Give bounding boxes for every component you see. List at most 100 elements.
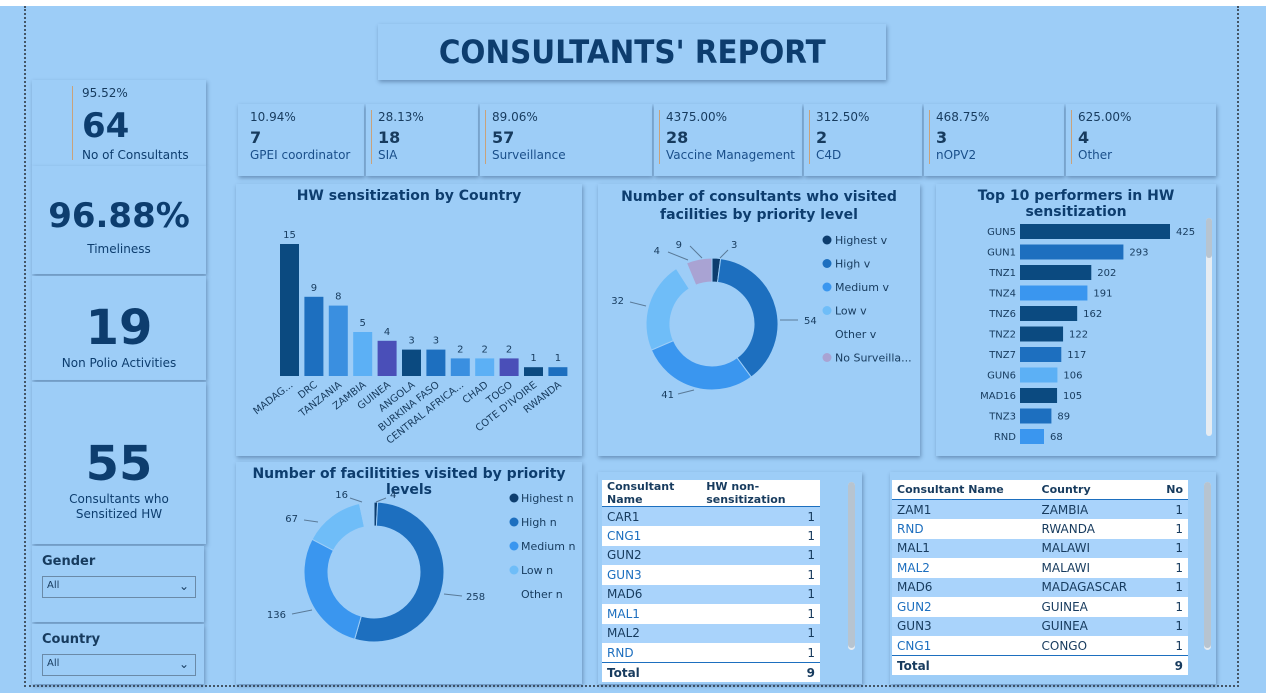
bar-value-label: 89	[1057, 412, 1070, 423]
total-label: Total	[602, 662, 702, 682]
total-value: 9	[1154, 655, 1188, 675]
category-pct: 312.50%	[816, 110, 870, 124]
consultants-visited-chart-card[interactable]: Number of consultants who visited facili…	[598, 184, 920, 456]
cell-consultant: GUN2	[602, 545, 702, 565]
total-spacer	[1036, 655, 1155, 675]
legend-marker	[822, 353, 832, 362]
slice-value-label: 4	[654, 246, 660, 257]
hw-non-sensitization-table-card[interactable]: Consultant Name HW non-sensitization CAR…	[598, 472, 862, 684]
category-pct: 89.06%	[492, 110, 538, 124]
total-label: Total	[892, 655, 1037, 675]
country-slicer[interactable]: Country All ⌄	[32, 624, 204, 684]
timeliness-label: Timeliness	[87, 242, 151, 256]
country-dropdown[interactable]: All ⌄	[42, 654, 196, 676]
donut-slice-medium-n	[303, 538, 362, 640]
column-header-country[interactable]: Country	[1036, 480, 1155, 500]
leader-line	[303, 519, 319, 523]
scrollbar-thumb[interactable]	[848, 482, 855, 648]
timeliness-card[interactable]: 96.88% Timeliness	[32, 166, 206, 274]
hbar-chart-performers[interactable]: GUN5 425 GUN1 293 TNZ1 202 TNZ4 191 TNZ6 162 TNZ2 1…	[936, 208, 1216, 448]
donut-chart-facilities[interactable]: 4 258 136 67 16 Highest n High n Medium n Low n O…	[236, 484, 582, 684]
bar-value-label: 2	[506, 344, 512, 355]
slice-value-label: 16	[335, 490, 348, 501]
facilities-visited-chart-card[interactable]: Number of facilitities visited by priori…	[236, 462, 582, 684]
bar-value-label: 105	[1063, 391, 1082, 402]
legend-label: High n	[521, 516, 557, 529]
bar-rnd	[1020, 429, 1044, 444]
table-row[interactable]: MAD6 1	[602, 584, 820, 604]
table-row[interactable]: GUN3 GUINEA 1	[892, 616, 1188, 636]
legend-label: Low n	[521, 564, 553, 577]
cell-country: CONGO	[1036, 636, 1155, 656]
category-pct: 4375.00%	[666, 110, 728, 124]
table-row[interactable]: RND RWANDA 1	[892, 519, 1188, 539]
bar-tnz3	[1020, 408, 1052, 424]
cell-country: GUINEA	[1036, 597, 1155, 617]
column-header-consultant[interactable]: Consultant Name	[892, 480, 1037, 500]
bar-value-label: 2	[457, 344, 463, 355]
cell-value: 1	[1154, 636, 1188, 656]
scrollbar-thumb[interactable]	[1206, 218, 1212, 258]
gender-slicer[interactable]: Gender All ⌄	[32, 546, 204, 622]
slice-value-label: 9	[676, 240, 682, 251]
column-header-hw-non-sensitization[interactable]: HW non-sensitization	[701, 480, 820, 507]
table-row[interactable]: RND 1	[602, 643, 820, 663]
bar-value-label: 117	[1067, 350, 1086, 361]
card-accent-line	[929, 110, 930, 164]
consultant-country-table-card[interactable]: Consultant Name Country No ZAM1 ZAMBIA 1 R…	[890, 472, 1216, 684]
table-row[interactable]: MAL2 MALAWI 1	[892, 558, 1188, 578]
top-performers-chart-card[interactable]: Top 10 performers in HW sensitization GU…	[936, 184, 1216, 456]
leader-line	[667, 251, 689, 261]
table-row[interactable]: CAR1 1	[602, 506, 820, 526]
bar-rwanda	[548, 367, 568, 376]
category-card-c4d[interactable]: 312.50% 2 C4D	[804, 104, 922, 176]
cell-consultant: MAL1	[892, 538, 1037, 558]
category-card-surveillance[interactable]: 89.06% 57 Surveillance	[480, 104, 652, 176]
table-row[interactable]: MAL2 1	[602, 623, 820, 643]
bar-angola	[402, 349, 421, 376]
scrollbar-thumb[interactable]	[1204, 482, 1211, 648]
table-row[interactable]: MAL1 1	[602, 604, 820, 624]
bar-drc	[304, 296, 324, 376]
category-card-vaccine[interactable]: 4375.00% 28 Vaccine Management	[654, 104, 802, 176]
category-card-gpei[interactable]: 10.94% 7 GPEI coordinator	[238, 104, 364, 176]
category-label: SIA	[378, 148, 398, 162]
category-card-nopv2[interactable]: 468.75% 3 nOPV2	[924, 104, 1064, 176]
y-tick-label: MAD16	[980, 391, 1016, 402]
gender-dropdown[interactable]: All ⌄	[42, 576, 196, 598]
cell-country: GUINEA	[1036, 616, 1155, 636]
bar-value-label: 1	[530, 353, 536, 364]
table-row[interactable]: CNG1 CONGO 1	[892, 636, 1188, 656]
non-polio-card[interactable]: 19 Non Polio Activities	[32, 276, 206, 380]
bar-tnz2	[1020, 326, 1064, 342]
table-row[interactable]: GUN3 1	[602, 565, 820, 585]
cell-value: 1	[701, 623, 820, 643]
cell-consultant: GUN2	[892, 597, 1037, 617]
table-row[interactable]: ZAM1 ZAMBIA 1	[892, 499, 1188, 519]
bar-chart-country[interactable]: 15MADAG...9DRC8TANZANIA5ZAMBIA4GUINEA3AN…	[236, 204, 582, 454]
table-row[interactable]: CNG1 1	[602, 526, 820, 546]
bar-value-label: 2	[482, 344, 488, 355]
slice-value-label: 136	[267, 610, 286, 621]
leader-line	[349, 497, 363, 503]
column-header-consultant[interactable]: Consultant Name	[602, 480, 702, 507]
table-row[interactable]: GUN2 1	[602, 545, 820, 565]
leader-line	[689, 245, 703, 259]
bar-chad	[475, 358, 495, 376]
y-tick-label: TNZ6	[988, 309, 1016, 320]
category-label: Surveillance	[492, 148, 566, 162]
donut-chart-consultants[interactable]: 3 54 41 32 4 9 Highest v High v Medium v Low v Oth…	[598, 224, 920, 454]
table-row[interactable]: GUN2 GUINEA 1	[892, 597, 1188, 617]
column-header-no[interactable]: No	[1154, 480, 1188, 500]
leader-line	[291, 609, 313, 615]
hw-sensitization-chart-card[interactable]: HW sensitization by Country 15 MADAG... 9 D…	[236, 184, 582, 456]
sensitized-card[interactable]: 55 Consultants who Sensitized HW	[32, 382, 206, 544]
bar-value-label: 122	[1069, 330, 1088, 341]
table-row[interactable]: MAD6 MADAGASCAR 1	[892, 577, 1188, 597]
consultants-card[interactable]: 95.52% 64 No of Consultants	[32, 80, 206, 166]
category-card-sia[interactable]: 28.13% 18 SIA	[366, 104, 478, 176]
cell-value: 1	[701, 506, 820, 526]
category-card-other[interactable]: 625.00% 4 Other	[1066, 104, 1216, 176]
category-value: 18	[378, 128, 401, 147]
table-row[interactable]: MAL1 MALAWI 1	[892, 538, 1188, 558]
